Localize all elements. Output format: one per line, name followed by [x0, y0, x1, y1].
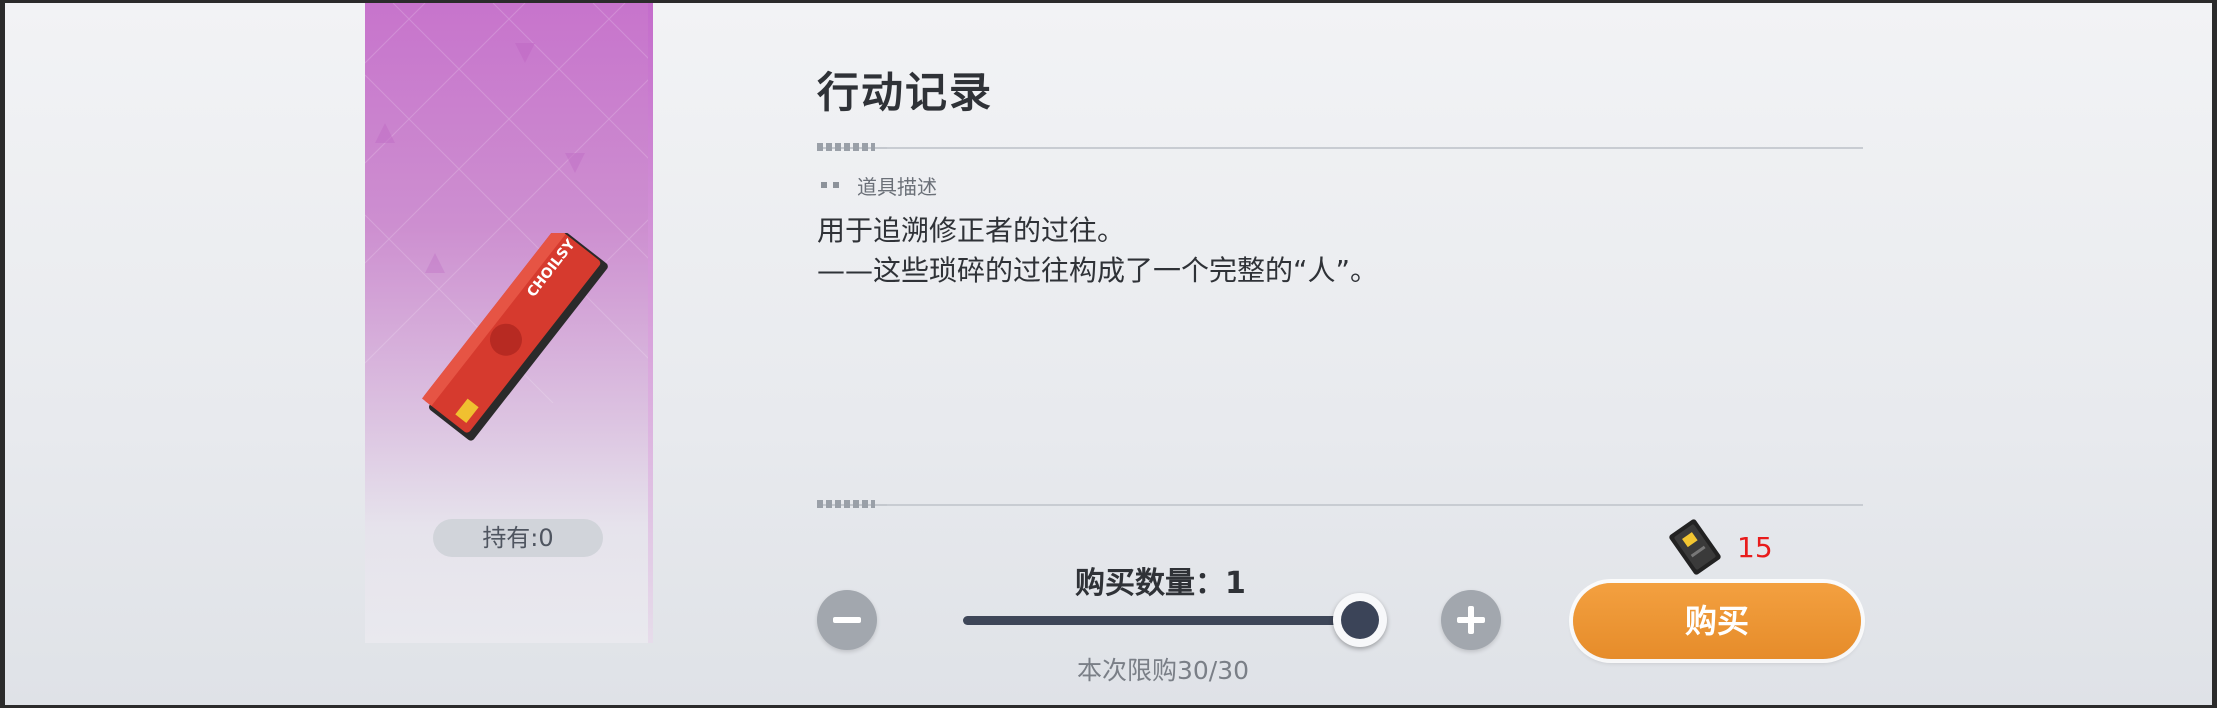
item-card: CHOILSY 持有:0: [365, 3, 653, 643]
purchase-limit: 本次限购30/30: [1077, 656, 1250, 685]
action-record-card-icon: CHOILSY: [421, 233, 608, 441]
bullet-icon: [821, 182, 843, 188]
quantity-slider[interactable]: [963, 616, 1359, 625]
increase-quantity-button[interactable]: [1441, 590, 1501, 650]
quantity-slider-handle[interactable]: [1333, 593, 1387, 647]
card-currency-icon: [1669, 519, 1721, 575]
item-description: 用于追溯修正者的过往。 ——这些琐碎的过往构成了一个完整的“人”。: [817, 211, 1378, 291]
decrease-quantity-button[interactable]: [817, 590, 877, 650]
divider-bottom: [817, 500, 1863, 508]
description-line: 用于追溯修正者的过往。: [817, 214, 1126, 247]
minus-icon: [833, 617, 861, 623]
buy-button[interactable]: 购买: [1573, 583, 1861, 659]
quantity-label: 购买数量：1: [1075, 566, 1246, 601]
item-title: 行动记录: [817, 68, 994, 117]
shop-item-dialog: CHOILSY 持有:0 行动记录 道具描述 用于追溯修正者的过往。 ——这些琐…: [5, 3, 2212, 705]
divider-top: [817, 143, 1863, 151]
card-stripe: [648, 3, 653, 643]
description-label: 道具描述: [857, 174, 937, 199]
plus-icon: [1468, 606, 1474, 634]
quantity-value: 1: [1225, 566, 1246, 601]
owned-count: 持有:0: [433, 519, 603, 557]
description-header: 道具描述: [821, 171, 937, 199]
description-line: ——这些琐碎的过往构成了一个完整的“人”。: [817, 254, 1379, 287]
price-value: 15: [1737, 531, 1773, 564]
